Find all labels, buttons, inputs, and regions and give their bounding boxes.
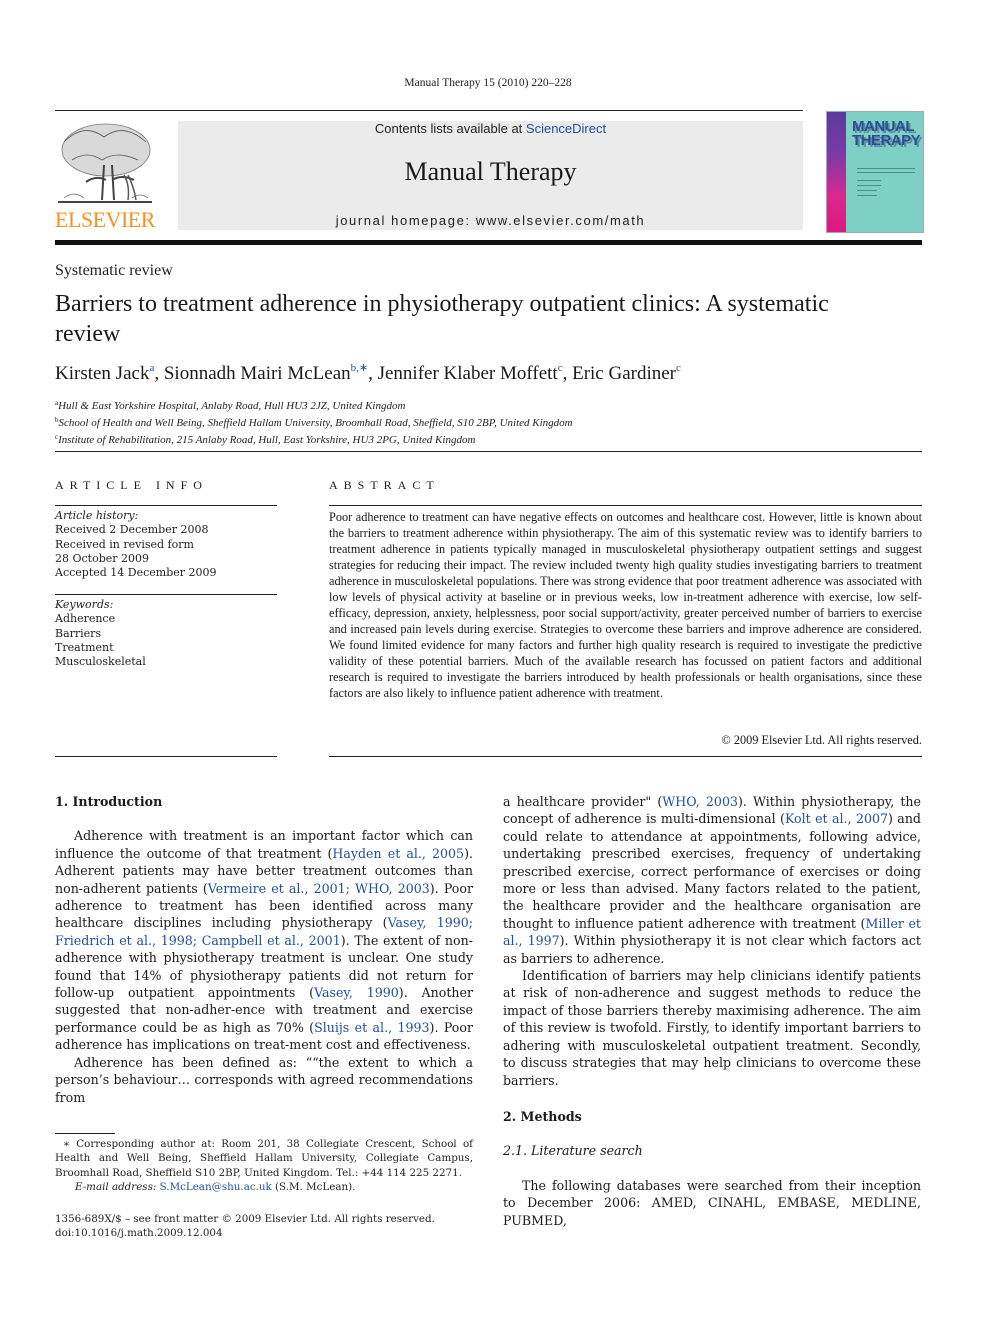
- text-run: a healthcare provider" (: [503, 794, 663, 809]
- elsevier-tree-icon: [54, 120, 156, 208]
- keyword[interactable]: Adherence: [55, 612, 277, 626]
- running-head: Manual Therapy 15 (2010) 220–228: [404, 77, 572, 89]
- article-info-heading: ARTICLE INFO: [55, 478, 208, 492]
- author-name[interactable]: Sionnadh Mairi McLean: [164, 363, 351, 384]
- abstract-copyright: © 2009 Elsevier Ltd. All rights reserved…: [721, 733, 922, 747]
- cover-text-line: [857, 168, 915, 169]
- header-rule: [55, 110, 803, 111]
- author-name[interactable]: Kirsten Jack: [55, 363, 149, 384]
- cover-title-line2: THERAPY: [852, 132, 921, 149]
- article-info-rule: [55, 594, 277, 595]
- citation-link[interactable]: Kolt et al., 2007: [785, 811, 888, 826]
- email-suffix: (S.M. McLean).: [271, 1181, 356, 1194]
- cover-text-line: [857, 180, 881, 181]
- keyword[interactable]: Barriers: [55, 627, 277, 641]
- footnote-rule: [55, 1133, 115, 1134]
- paragraph: The following databases were searched fr…: [503, 1177, 921, 1228]
- article-title: Barriers to treatment adherence in physi…: [55, 291, 829, 347]
- keyword[interactable]: Treatment: [55, 641, 277, 655]
- text-run: ) and could relate to attendance at appo…: [503, 811, 921, 931]
- article-history: Article history: Received 2 December 200…: [55, 509, 277, 580]
- keywords-label: Keywords:: [55, 598, 114, 611]
- author-name[interactable]: Eric Gardiner: [572, 363, 676, 384]
- footnote: ∗ Corresponding author at: Room 201, 38 …: [55, 1137, 473, 1195]
- email-line: E-mail address: S.McLean@shu.ac.uk (S.M.…: [55, 1180, 473, 1194]
- elsevier-logo[interactable]: ELSEVIER: [54, 120, 156, 232]
- paragraph: a healthcare provider" (WHO, 2003 ). With…: [503, 793, 921, 967]
- citation-link[interactable]: Hayden et al., 2005: [332, 846, 464, 861]
- elsevier-wordmark: ELSEVIER: [55, 207, 155, 232]
- abstract-rule: [329, 505, 922, 506]
- citation-link[interactable]: Vasey, 1990: [314, 985, 399, 1000]
- corresponding-author-note: ∗ Corresponding author at: Room 201, 38 …: [55, 1138, 473, 1179]
- cover-text-line: [857, 190, 877, 191]
- article-info-rule: [55, 756, 277, 757]
- issn-block: 1356-689X/$ – see front matter © 2009 El…: [55, 1212, 435, 1241]
- section-heading-introduction: 1. Introduction: [55, 794, 163, 809]
- keywords: Keywords: Adherence Barriers Treatment M…: [55, 598, 277, 669]
- author-affiliation-marker[interactable]: b,∗: [351, 362, 368, 374]
- section-rule: [55, 451, 922, 452]
- text-run: ). Within physiotherapy it is not clear …: [503, 933, 921, 966]
- history-item: Received 2 December 2008: [55, 523, 209, 537]
- cover-spine: [827, 112, 846, 232]
- text-run: Adherence has been defined as: ““the ext…: [55, 1054, 473, 1105]
- doi[interactable]: doi:10.1016/j.math.2009.12.004: [55, 1226, 435, 1240]
- body-column-left: 1. Introduction Adherence with treatment…: [55, 793, 473, 1106]
- email-label: E-mail address:: [75, 1181, 157, 1194]
- journal-homepage-link[interactable]: journal homepage: www.elsevier.com/math: [178, 213, 803, 228]
- affiliation: cInstitute of Rehabilitation, 215 Anlaby…: [55, 430, 573, 447]
- email-link[interactable]: S.McLean@shu.ac.uk: [160, 1181, 272, 1193]
- journal-cover-image[interactable]: MANUAL THERAPY: [826, 111, 924, 233]
- contents-prefix: Contents lists available at: [374, 121, 526, 136]
- affiliation-text: Hull & East Yorkshire Hospital, Anlaby R…: [58, 400, 406, 412]
- cover-title: MANUAL THERAPY: [852, 119, 921, 149]
- contents-line: Contents lists available at ScienceDirec…: [178, 121, 803, 137]
- author-name[interactable]: Jennifer Klaber Moffett: [378, 363, 558, 384]
- abstract-heading: ABSTRACT: [329, 478, 440, 492]
- affiliation: aHull & East Yorkshire Hospital, Anlaby …: [55, 396, 573, 413]
- author-affiliation-marker[interactable]: c: [676, 362, 681, 374]
- history-item: Received in revised form: [55, 537, 194, 551]
- citation-link[interactable]: Sluijs et al., 1993: [314, 1020, 429, 1035]
- journal-banner: Contents lists available at ScienceDirec…: [178, 121, 803, 230]
- keyword[interactable]: Musculoskeletal: [55, 655, 277, 669]
- cover-text-line: [857, 195, 877, 196]
- affiliation: bSchool of Health and Well Being, Sheffi…: [55, 413, 573, 430]
- affiliation-text: Institute of Rehabilitation, 215 Anlaby …: [58, 434, 476, 446]
- author-affiliation-marker[interactable]: c: [558, 362, 563, 374]
- sciencedirect-link[interactable]: ScienceDirect: [526, 121, 606, 136]
- citation-link[interactable]: WHO, 2003: [662, 794, 738, 809]
- affiliations: aHull & East Yorkshire Hospital, Anlaby …: [55, 396, 573, 447]
- article-history-label: Article history:: [55, 509, 139, 522]
- affiliation-text: School of Health and Well Being, Sheffie…: [58, 417, 573, 429]
- abstract-text: Poor adherence to treatment can have neg…: [329, 510, 922, 700]
- author-affiliation-marker[interactable]: a: [149, 362, 154, 374]
- paragraph: Adherence has been defined as: ““the ext…: [55, 1054, 473, 1106]
- citation-link[interactable]: Vermeire et al., 2001; WHO, 2003: [208, 881, 430, 896]
- article-info-rule: [55, 505, 277, 506]
- journal-title: Manual Therapy: [404, 157, 577, 186]
- abstract-rule: [329, 756, 922, 757]
- author-list: Kirsten Jacka, Sionnadh Mairi McLeanb,∗,…: [55, 362, 681, 384]
- article-type: Systematic review: [55, 262, 173, 279]
- section-heading-methods: 2. Methods: [503, 1108, 582, 1124]
- history-item: 28 October 2009: [55, 551, 150, 565]
- body-column-right: a healthcare provider" (WHO, 2003 ). With…: [503, 793, 921, 1229]
- cover-text-line: [857, 185, 881, 186]
- paragraph: Identification of barriers may help clin…: [503, 968, 921, 1088]
- history-item: Accepted 14 December 2009: [55, 566, 217, 580]
- header-thick-rule: [55, 240, 922, 245]
- issn-line: 1356-689X/$ – see front matter © 2009 El…: [55, 1213, 435, 1225]
- paragraph: Adherence with treatment is an important…: [55, 827, 473, 1053]
- cover-text-line: [857, 172, 915, 173]
- subsection-heading-literature-search: 2.1. Literature search: [503, 1143, 643, 1159]
